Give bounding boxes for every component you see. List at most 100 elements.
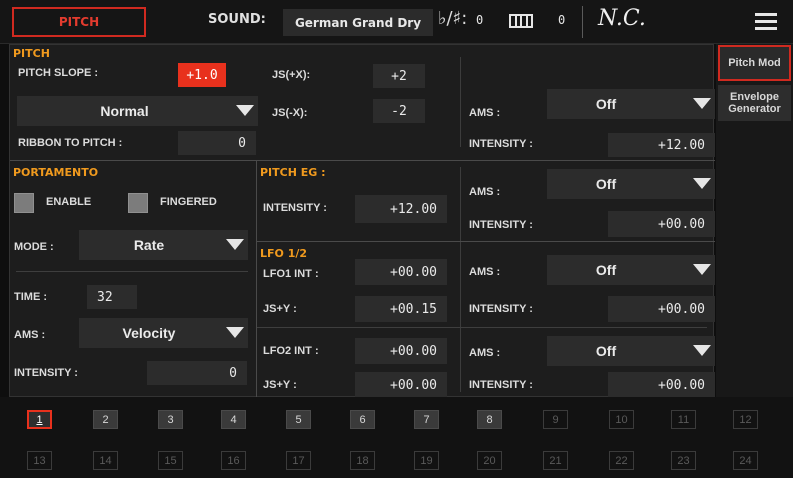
pad-button[interactable]: 11 [671,410,696,429]
enable-checkbox[interactable] [14,193,34,213]
pad-button[interactable]: 9 [543,410,568,429]
keyboard-icon [509,14,533,28]
pad-button[interactable]: 4 [221,410,246,429]
pitch-eg-intensity-field[interactable]: +12.00 [355,195,447,223]
lfo2-intensity-field[interactable]: +00.00 [608,372,715,398]
top-bar: PITCH SOUND: German Grand Dry ♭/♯: 0 0 N… [0,0,793,44]
pad-button[interactable]: 20 [477,451,502,470]
pad-button[interactable]: 1 [27,410,52,429]
portamento-section-title: PORTAMENTO [13,166,99,179]
divider [460,57,461,147]
transpose-value: 0 [476,13,484,27]
pad-button[interactable]: 2 [93,410,118,429]
tab-pitch-mod[interactable]: Pitch Mod [718,45,791,81]
time-field[interactable]: 32 [87,285,137,309]
lfo1-intensity-label: INTENSITY : [469,303,533,315]
chord-display: N.C. [598,6,646,31]
hamburger-menu-icon[interactable] [755,13,777,31]
lfo1-int-label: LFO1 INT : [263,268,319,280]
pad-button[interactable]: 10 [609,410,634,429]
ribbon-to-pitch-field[interactable]: 0 [178,131,256,155]
page-title-tab[interactable]: PITCH [12,7,146,37]
lfo1-ams-label: AMS : [469,266,501,278]
lfo2-int-label: LFO2 INT : [263,345,319,357]
js-plus-x-label: JS(+X): [272,69,311,81]
time-label: TIME : [14,291,47,303]
js-plus-x-field[interactable]: +2 [373,64,425,88]
portamento-ams-value: Velocity [122,325,176,341]
portamento-mode-dropdown[interactable]: Rate [79,230,248,260]
pitch-eg-ams-dropdown[interactable]: Off [547,169,715,199]
divider [10,160,715,161]
portamento-ams-dropdown[interactable]: Velocity [79,318,248,348]
lfo2-js-field[interactable]: +00.00 [355,372,447,398]
lfo1-intensity-field[interactable]: +00.00 [608,296,715,322]
lfo1-ams-dropdown[interactable]: Off [547,255,715,285]
portamento-mode-value: Rate [133,237,165,253]
chevron-down-icon [226,239,244,250]
enable-label: ENABLE [46,196,92,208]
fingered-label: FINGERED [160,196,217,208]
lfo2-ams-label: AMS : [469,347,501,359]
sound-name-field[interactable]: German Grand Dry [283,9,433,36]
pitch-eg-intensity-label: INTENSITY : [263,202,327,214]
lfo1-js-field[interactable]: +00.15 [355,296,447,322]
pitch-ams-value: Off [595,96,617,112]
lfo2-ams-value: Off [595,343,617,359]
pad-button[interactable]: 12 [733,410,758,429]
pad-button[interactable]: 17 [286,451,311,470]
ribbon-to-pitch-label: RIBBON TO PITCH : [18,137,123,149]
chevron-down-icon [236,105,254,116]
pitch-eg-ams-label: AMS : [469,186,501,198]
divider [460,167,461,392]
divider [582,6,583,38]
pitch-mode-dropdown[interactable]: Normal [17,96,258,126]
pad-button[interactable]: 7 [414,410,439,429]
pitch-slope-label: PITCH SLOPE : [18,67,99,79]
portamento-intensity-field[interactable]: 0 [147,361,247,385]
lfo2-ams-dropdown[interactable]: Off [547,336,715,366]
pitch-eg-ams-intensity-field[interactable]: +00.00 [608,211,715,237]
pad-button[interactable]: 3 [158,410,183,429]
lfo1-int-field[interactable]: +00.00 [355,259,447,285]
pad-button[interactable]: 15 [158,451,183,470]
pitch-ams-label: AMS : [469,107,501,119]
pad-button[interactable]: 24 [733,451,758,470]
chevron-down-icon [693,98,711,109]
pad-button[interactable]: 8 [477,410,502,429]
js-minus-x-field[interactable]: -2 [373,99,425,123]
js-minus-x-label: JS(-X): [272,107,308,119]
pitch-section-title: PITCH [13,47,50,60]
pad-button[interactable]: 22 [609,451,634,470]
pad-button[interactable]: 23 [671,451,696,470]
pad-button[interactable]: 19 [414,451,439,470]
divider [16,271,248,272]
chevron-down-icon [693,345,711,356]
pitch-intensity-field[interactable]: +12.00 [608,133,715,157]
pitch-mode-value: Normal [100,103,149,119]
pitch-intensity-label: INTENSITY : [469,138,533,150]
pitch-eg-ams-value: Off [595,176,617,192]
lfo-section-title: LFO 1/2 [260,247,308,260]
lfo2-int-field[interactable]: +00.00 [355,338,447,364]
pad-button[interactable]: 14 [93,451,118,470]
lfo1-js-label: JS+Y : [263,303,297,315]
fingered-checkbox[interactable] [128,193,148,213]
portamento-intensity-label: INTENSITY : [14,367,78,379]
chevron-down-icon [693,264,711,275]
pitch-slope-field[interactable]: +1.0 [178,63,226,87]
lfo1-ams-value: Off [595,262,617,278]
pitch-ams-dropdown[interactable]: Off [547,89,715,119]
sound-label: SOUND: [208,12,266,27]
divider [257,327,707,328]
divider [256,160,257,398]
divider [256,241,715,242]
pad-button[interactable]: 21 [543,451,568,470]
tab-envelope-generator[interactable]: Envelope Generator [718,85,791,121]
pad-button[interactable]: 16 [221,451,246,470]
pad-button[interactable]: 13 [27,451,52,470]
portamento-ams-label: AMS : [14,329,46,341]
pad-button[interactable]: 6 [350,410,375,429]
pad-button[interactable]: 5 [286,410,311,429]
pad-button[interactable]: 18 [350,451,375,470]
